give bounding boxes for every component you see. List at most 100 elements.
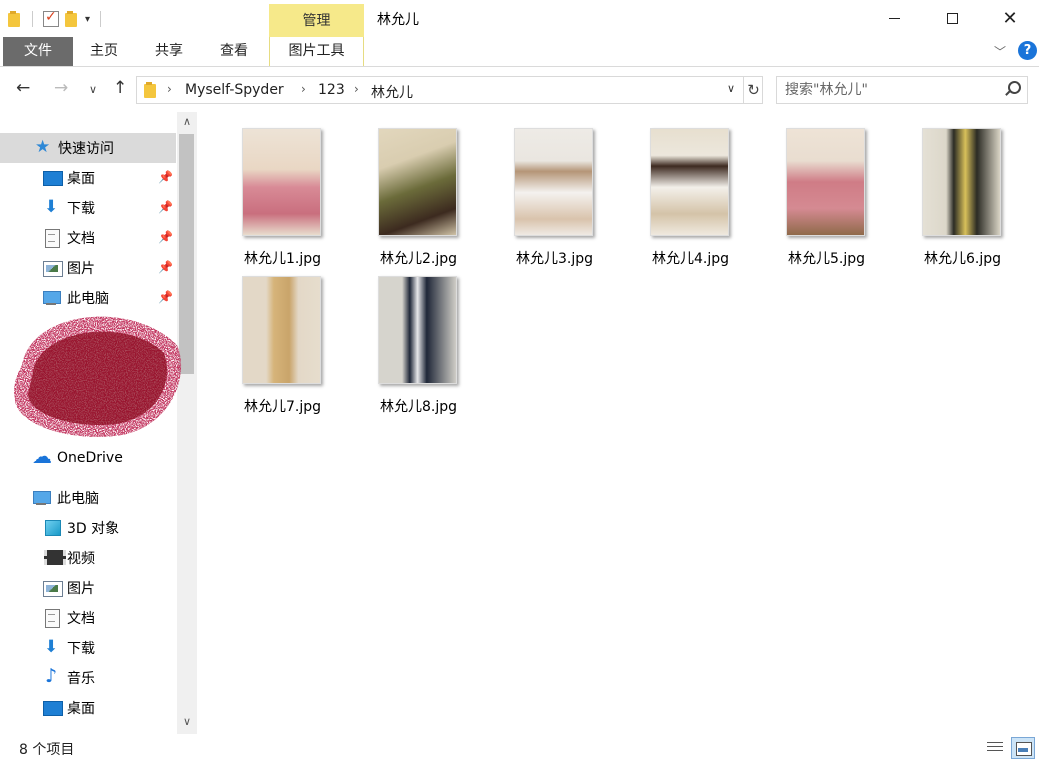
- nav-3d-objects[interactable]: 3D 对象: [0, 513, 176, 543]
- breadcrumb-separator[interactable]: ›: [354, 82, 359, 96]
- tab-picture-tools[interactable]: 图片工具: [269, 37, 364, 66]
- expand-ribbon-icon[interactable]: ﹀: [994, 43, 1006, 60]
- 3d-objects-icon: [42, 519, 62, 537]
- nav-item-label: 视频: [67, 551, 95, 567]
- image-thumbnail[interactable]: [514, 128, 593, 236]
- cloud-icon: [32, 444, 52, 468]
- minimize-button[interactable]: [865, 0, 923, 37]
- image-thumbnail[interactable]: [650, 128, 729, 236]
- breadcrumb-separator[interactable]: ›: [301, 82, 306, 96]
- file-name[interactable]: 林允儿5.jpg: [764, 248, 894, 268]
- search-input[interactable]: [785, 81, 995, 99]
- status-bar: 8 个项目: [0, 734, 1039, 764]
- tab-file[interactable]: 文件: [3, 37, 73, 66]
- file-name[interactable]: 林允儿3.jpg: [492, 248, 622, 268]
- file-tile[interactable]: 林允儿8.jpg: [356, 266, 466, 415]
- nav-item-label: 图片: [67, 581, 95, 597]
- close-icon: ✕: [1002, 8, 1018, 29]
- file-list-view: 林允儿1.jpg 林允儿2.jpg 林允儿3.jpg 林允儿4.jpg 林允儿5…: [200, 112, 1039, 734]
- image-thumbnail[interactable]: [922, 128, 1001, 236]
- search-icon[interactable]: [1005, 81, 1021, 95]
- search-box[interactable]: [776, 76, 1028, 104]
- nav-documents[interactable]: 文档: [0, 603, 176, 633]
- toolbar-divider: [32, 11, 33, 27]
- image-thumbnail[interactable]: [378, 128, 457, 236]
- file-tile[interactable]: 林允儿5.jpg: [764, 118, 874, 267]
- close-button[interactable]: ✕: [981, 0, 1039, 37]
- nav-item-label: 文档: [67, 231, 95, 247]
- music-icon: [42, 665, 62, 687]
- nav-downloads[interactable]: 下载: [0, 633, 176, 663]
- image-thumbnail[interactable]: [378, 276, 457, 384]
- nav-pictures-pinned[interactable]: 图片: [0, 253, 176, 283]
- file-name[interactable]: 林允儿4.jpg: [628, 248, 758, 268]
- nav-item-label: OneDrive: [57, 450, 123, 466]
- computer-icon: [32, 489, 52, 507]
- image-thumbnail[interactable]: [786, 128, 865, 236]
- file-tile[interactable]: 林允儿6.jpg: [900, 118, 1010, 267]
- document-icon: [42, 229, 62, 248]
- nav-pictures[interactable]: 图片: [0, 573, 176, 603]
- item-count: 8 个项目: [19, 742, 75, 758]
- file-tile[interactable]: 林允儿1.jpg: [220, 118, 330, 267]
- breadcrumb-myself-spyder[interactable]: Myself-Spyder: [185, 82, 284, 98]
- up-button[interactable]: ↑: [113, 78, 127, 98]
- window-title: 林允儿: [377, 12, 419, 28]
- details-view-icon[interactable]: [985, 739, 1005, 757]
- new-folder-icon[interactable]: [65, 11, 79, 27]
- ribbon-tabs: 文件 主页 共享 查看 图片工具 ﹀ ?: [0, 37, 1039, 67]
- file-tile[interactable]: 林允儿4.jpg: [628, 118, 738, 267]
- nav-desktop-pinned[interactable]: 桌面: [0, 163, 176, 193]
- file-name[interactable]: 林允儿2.jpg: [356, 248, 486, 268]
- nav-documents-pinned[interactable]: 文档: [0, 223, 176, 253]
- tab-view[interactable]: 查看: [201, 37, 267, 66]
- file-name[interactable]: 林允儿7.jpg: [220, 396, 350, 416]
- nav-videos[interactable]: 视频: [0, 543, 176, 573]
- back-button[interactable]: ←: [16, 78, 30, 98]
- desktop-icon: [42, 169, 63, 187]
- scroll-down-icon[interactable]: ∨: [177, 712, 197, 732]
- file-tile[interactable]: 林允儿7.jpg: [220, 266, 330, 415]
- address-bar[interactable]: › Myself-Spyder › 123 › 林允儿 ∨ ↻: [136, 76, 763, 104]
- address-history-dropdown[interactable]: ∨: [727, 82, 735, 95]
- pictures-icon: [42, 579, 63, 597]
- file-tile[interactable]: 林允儿2.jpg: [356, 118, 466, 267]
- breadcrumb-123[interactable]: 123: [318, 82, 345, 98]
- image-thumbnail[interactable]: [242, 128, 321, 236]
- toolbar-divider: [100, 11, 102, 27]
- nav-downloads-pinned[interactable]: 下载: [0, 193, 176, 223]
- properties-icon[interactable]: [43, 9, 59, 27]
- tab-home[interactable]: 主页: [73, 37, 135, 66]
- large-icons-view-icon[interactable]: [1011, 737, 1035, 759]
- nav-item-label: 桌面: [67, 171, 95, 187]
- document-icon: [42, 609, 62, 628]
- nav-item-label: 快速访问: [58, 141, 114, 157]
- help-icon[interactable]: ?: [1018, 41, 1037, 60]
- nav-quick-access[interactable]: 快速访问: [0, 133, 176, 163]
- folder-icon: [144, 82, 158, 98]
- nav-onedrive[interactable]: OneDrive: [0, 443, 176, 473]
- file-name[interactable]: 林允儿1.jpg: [220, 248, 350, 268]
- file-name[interactable]: 林允儿8.jpg: [356, 396, 486, 416]
- refresh-button[interactable]: ↻: [743, 77, 763, 103]
- file-name[interactable]: 林允儿6.jpg: [900, 248, 1030, 268]
- manage-context-tab[interactable]: 管理: [269, 4, 364, 37]
- image-thumbnail[interactable]: [242, 276, 321, 384]
- nav-desktop[interactable]: 桌面: [0, 693, 176, 723]
- customize-toolbar-icon[interactable]: ▾: [85, 14, 90, 25]
- recent-locations-button[interactable]: ∨: [89, 83, 97, 96]
- nav-music[interactable]: 音乐: [0, 663, 176, 693]
- scroll-up-icon[interactable]: ∧: [177, 112, 197, 132]
- forward-button[interactable]: →: [54, 78, 68, 98]
- download-icon: [42, 637, 62, 657]
- download-icon: [42, 197, 62, 217]
- file-tile[interactable]: 林允儿3.jpg: [492, 118, 602, 267]
- maximize-button[interactable]: [923, 0, 981, 37]
- address-row: ← → ∨ ↑ › Myself-Spyder › 123 › 林允儿 ∨ ↻: [0, 68, 1039, 112]
- breadcrumb-separator[interactable]: ›: [167, 82, 172, 96]
- tab-share[interactable]: 共享: [137, 37, 201, 66]
- nav-this-pc[interactable]: 此电脑: [0, 483, 176, 513]
- breadcrumb-current-folder[interactable]: 林允儿: [371, 82, 413, 102]
- nav-item-label: 音乐: [67, 671, 95, 687]
- redaction-scribble: [14, 316, 182, 437]
